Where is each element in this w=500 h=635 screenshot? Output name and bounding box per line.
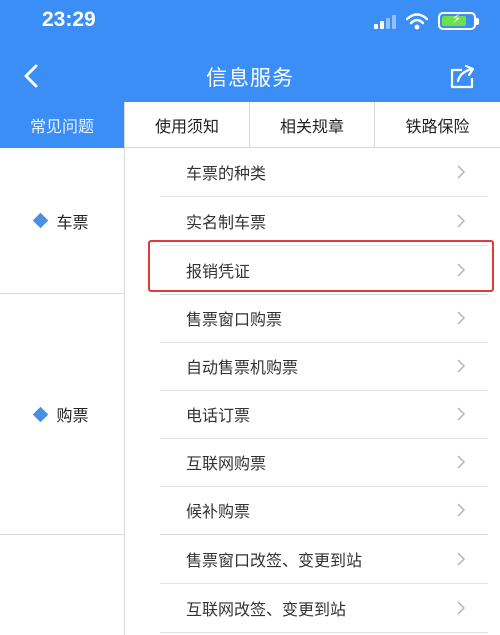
faq-content: 车票 购票 车票的种类 实名制车票 报销凭证 售票窗口购票 自动售票机购票 电话… [0,148,500,635]
item-label: 互联网购票 [186,454,267,473]
status-icons: ⚡ [374,11,479,31]
diamond-icon [33,406,49,422]
chevron-right-icon [457,503,466,517]
chevron-right-icon [457,214,466,228]
chevron-right-icon [457,311,466,325]
chevron-right-icon [457,359,466,373]
list-item[interactable]: 互联网改签、变更到站 [160,584,488,633]
signal-icon [374,13,396,29]
item-label: 自动售票机购票 [186,358,299,377]
chevron-right-icon [457,455,466,469]
category-column: 车票 购票 [0,148,125,635]
list-item[interactable]: 车票的种类 [160,148,488,197]
list-item[interactable]: 实名制车票 [160,197,488,246]
category-label: 购票 [56,406,89,425]
tab-usage-notice[interactable]: 使用须知 [125,102,250,148]
chevron-right-icon [457,601,466,615]
tab-insurance[interactable]: 铁路保险 [375,102,500,148]
item-label: 候补购票 [186,502,251,521]
page-title: 信息服务 [206,66,294,90]
battery-icon: ⚡ [438,12,479,30]
list-item[interactable]: 售票窗口购票 [160,294,488,343]
item-label: 互联网改签、变更到站 [186,600,347,619]
category-purchase: 购票 [0,294,124,535]
tab-faq[interactable]: 常见问题 [0,102,125,148]
list-item[interactable]: 自动售票机购票 [160,342,488,391]
item-label: 售票窗口改签、变更到站 [186,551,363,570]
item-label: 车票的种类 [186,164,267,183]
chevron-right-icon [457,407,466,421]
chevron-right-icon [457,165,466,179]
list-item[interactable]: 电话订票 [160,390,488,439]
item-label: 电话订票 [186,406,251,425]
status-time: 23:29 [42,8,96,31]
chevron-right-icon [457,552,466,566]
item-label: 报销凭证 [186,262,251,281]
item-label: 实名制车票 [186,213,267,232]
tab-regulations[interactable]: 相关规章 [250,102,375,148]
list-item[interactable]: 售票窗口改签、变更到站 [160,535,488,584]
list-item[interactable]: 候补购票 [160,486,488,535]
tab-bar: 常见问题 使用须知 相关规章 铁路保险 [0,102,500,148]
diamond-icon [33,212,49,229]
category-change [0,535,124,635]
category-label: 车票 [56,212,89,232]
top-bar: 23:29 ⚡ 信息服务 [0,0,500,102]
chevron-right-icon [457,263,466,277]
list-item[interactable]: 互联网购票 [160,438,488,487]
share-icon[interactable] [448,64,476,90]
wifi-icon [406,12,428,29]
category-tickets: 车票 [0,148,124,294]
item-label: 售票窗口购票 [186,310,283,329]
list-item-reimbursement[interactable]: 报销凭证 [160,246,488,295]
